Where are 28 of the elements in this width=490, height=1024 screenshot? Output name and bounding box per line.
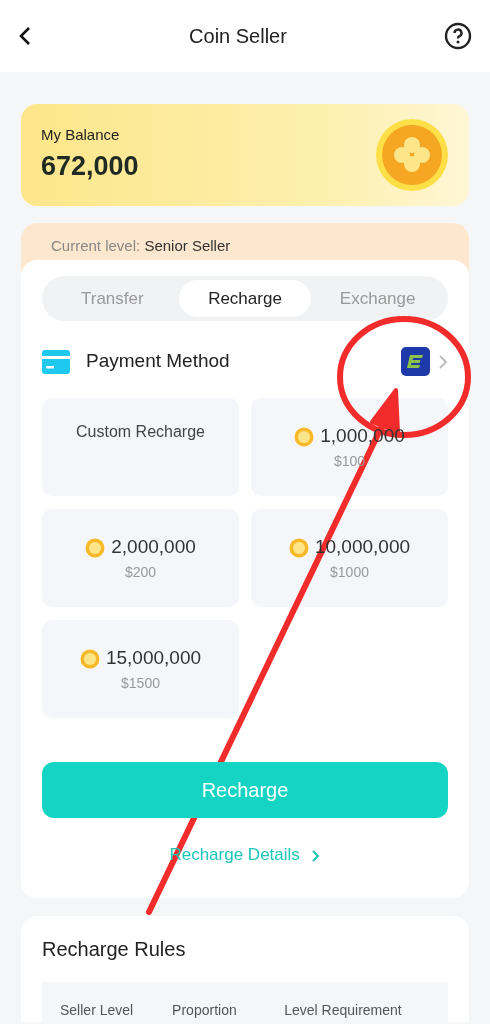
price-text: $200 xyxy=(124,562,157,582)
page-title: Coin Seller xyxy=(189,24,287,49)
price-text: $1000 xyxy=(330,562,369,582)
coin-icon xyxy=(85,537,106,558)
price-text: $1500 xyxy=(121,673,160,693)
chevron-right-icon xyxy=(310,848,321,863)
coin-icon xyxy=(288,537,309,558)
help-icon[interactable] xyxy=(444,22,472,50)
card-icon xyxy=(42,349,70,374)
package-tile[interactable]: Custom Recharge xyxy=(42,398,239,496)
coin-icon xyxy=(375,118,449,192)
coin-icon xyxy=(79,648,100,669)
package-tile[interactable]: 2,000,000 $200 xyxy=(42,509,239,607)
column-header: Level Requirement xyxy=(284,1000,403,1020)
coin-icon xyxy=(294,426,315,447)
balance-label: My Balance xyxy=(41,124,121,145)
tab[interactable]: Recharge xyxy=(178,279,312,317)
payment-logo-icon[interactable] xyxy=(401,347,430,376)
level-text: Current level: Senior Seller xyxy=(51,237,231,254)
column-header: Seller Level xyxy=(60,1000,135,1020)
payment-method-label: Payment Method xyxy=(86,349,230,374)
back-icon[interactable] xyxy=(18,26,32,46)
balance-amount: 672,000 xyxy=(41,150,139,183)
coin-amount: 2,000,000 xyxy=(111,535,196,560)
rules-title: Recharge Rules xyxy=(42,936,187,962)
package-tile[interactable]: 15,000,000 $1500 xyxy=(42,620,239,718)
coin-amount: 15,000,000 xyxy=(105,646,202,671)
column-header: Proportion xyxy=(172,1000,238,1020)
